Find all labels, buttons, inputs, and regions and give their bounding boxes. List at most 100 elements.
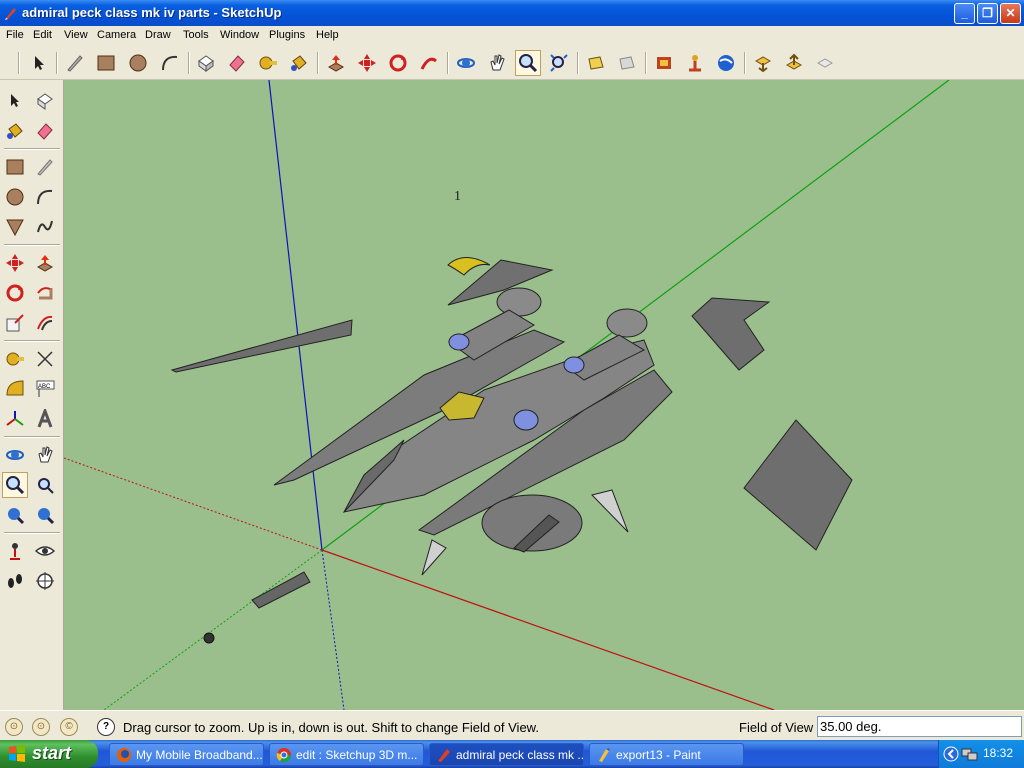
3d-viewport[interactable]: 1 bbox=[64, 80, 1024, 710]
arc-icon[interactable] bbox=[32, 184, 58, 210]
orbit-icon[interactable] bbox=[453, 50, 479, 76]
make-component-icon[interactable] bbox=[193, 50, 219, 76]
fov-value-input[interactable]: 35.00 deg. bbox=[817, 716, 1022, 737]
rotate-icon[interactable] bbox=[2, 280, 28, 306]
previous-view-icon[interactable] bbox=[583, 50, 609, 76]
line-icon[interactable] bbox=[32, 154, 58, 180]
previous-zoom-icon[interactable] bbox=[32, 502, 58, 528]
toolbar-separator bbox=[317, 52, 319, 74]
clock: 18:32 bbox=[983, 746, 1014, 760]
tape-measure-icon[interactable] bbox=[255, 50, 281, 76]
network-icon[interactable] bbox=[961, 746, 979, 762]
red-axis bbox=[321, 549, 775, 710]
menu-tools[interactable]: Tools bbox=[180, 28, 212, 42]
orbit-icon[interactable] bbox=[2, 442, 28, 468]
small-fin-left bbox=[421, 539, 447, 576]
fov-label: Field of View bbox=[739, 720, 814, 735]
3d-warehouse-icon[interactable] bbox=[651, 50, 677, 76]
menu-view[interactable]: View bbox=[61, 28, 91, 42]
menu-camera[interactable]: Camera bbox=[94, 28, 139, 42]
dimension-icon[interactable] bbox=[32, 346, 58, 372]
main-toolbar bbox=[0, 46, 1024, 80]
paint-bucket-icon[interactable] bbox=[2, 118, 28, 144]
taskbar-item-paint[interactable]: export13 - Paint bbox=[589, 743, 744, 766]
tape-measure-icon[interactable] bbox=[2, 346, 28, 372]
polygon-icon[interactable] bbox=[2, 214, 28, 240]
maximize-button[interactable]: ❐ bbox=[977, 3, 998, 24]
taskbar-item-sketchup[interactable]: admiral peck class mk ... bbox=[429, 743, 584, 766]
menu-window[interactable]: Window bbox=[217, 28, 262, 42]
toolbar-separator bbox=[577, 52, 579, 74]
push-pull-icon[interactable] bbox=[32, 250, 58, 276]
eraser-icon[interactable] bbox=[224, 50, 250, 76]
share-component-icon[interactable] bbox=[812, 50, 838, 76]
position-camera-icon[interactable] bbox=[2, 538, 28, 564]
axes-icon[interactable] bbox=[2, 406, 28, 432]
zoom-extents-icon[interactable] bbox=[2, 502, 28, 528]
pan-hand-icon[interactable] bbox=[484, 50, 510, 76]
paint-bucket-icon[interactable] bbox=[286, 50, 312, 76]
green-axis-negative bbox=[103, 549, 323, 710]
windows-taskbar: start My Mobile Broadband... edit : Sket… bbox=[0, 740, 1024, 768]
circle-icon[interactable] bbox=[125, 50, 151, 76]
text-label-icon[interactable]: ABC bbox=[32, 376, 58, 402]
taskbar-item-chrome[interactable]: edit : Sketchup 3D m... bbox=[269, 743, 424, 766]
zoom-window-icon[interactable] bbox=[32, 472, 58, 498]
start-button[interactable]: start bbox=[0, 740, 98, 768]
palette-separator bbox=[4, 244, 60, 246]
model-scene: 1 bbox=[64, 80, 950, 710]
look-around-eye-icon[interactable] bbox=[32, 538, 58, 564]
push-pull-icon[interactable] bbox=[323, 50, 349, 76]
taskbar-item-firefox[interactable]: My Mobile Broadband... bbox=[109, 743, 264, 766]
credits-icon[interactable]: ⊙ bbox=[32, 718, 50, 736]
rectangle-icon[interactable] bbox=[93, 50, 119, 76]
minimize-button[interactable]: _ bbox=[954, 3, 975, 24]
arc-icon[interactable] bbox=[157, 50, 183, 76]
help-icon[interactable]: ? bbox=[97, 718, 115, 736]
menu-help[interactable]: Help bbox=[313, 28, 342, 42]
pencil-line-icon[interactable] bbox=[62, 50, 88, 76]
protractor-icon[interactable] bbox=[2, 376, 28, 402]
rotate-icon[interactable] bbox=[385, 50, 411, 76]
close-button[interactable]: ✕ bbox=[1000, 3, 1021, 24]
follow-me-icon[interactable] bbox=[416, 50, 442, 76]
google-earth-icon[interactable] bbox=[713, 50, 739, 76]
offset-icon[interactable] bbox=[32, 310, 58, 336]
zoom-icon[interactable] bbox=[2, 472, 28, 498]
taskbar-item-label: export13 - Paint bbox=[616, 748, 701, 762]
sketchup-icon bbox=[438, 749, 450, 762]
place-model-icon[interactable] bbox=[682, 50, 708, 76]
engine-exhaust-right bbox=[563, 356, 585, 374]
tray-expand-icon[interactable] bbox=[943, 746, 959, 762]
menu-draw[interactable]: Draw bbox=[142, 28, 174, 42]
section-plane-icon[interactable] bbox=[32, 568, 58, 594]
share-model-icon[interactable] bbox=[781, 50, 807, 76]
get-models-icon[interactable] bbox=[750, 50, 776, 76]
select-arrow-icon[interactable] bbox=[2, 88, 28, 114]
zoom-icon[interactable] bbox=[515, 50, 541, 76]
follow-me-icon[interactable] bbox=[32, 280, 58, 306]
select-tool-button[interactable] bbox=[26, 50, 52, 76]
copyright-icon[interactable]: © bbox=[60, 718, 78, 736]
menu-file[interactable]: File bbox=[3, 28, 27, 42]
rectangle-icon[interactable] bbox=[2, 154, 28, 180]
pan-hand-icon[interactable] bbox=[32, 442, 58, 468]
menu-plugins[interactable]: Plugins bbox=[266, 28, 308, 42]
move-icon[interactable] bbox=[2, 250, 28, 276]
zoom-extents-icon[interactable] bbox=[546, 50, 572, 76]
scale-icon[interactable] bbox=[2, 310, 28, 336]
geo-location-icon[interactable]: ⊙ bbox=[5, 718, 23, 736]
status-bar: ⊙ ⊙ © ? Drag cursor to zoom. Up is in, d… bbox=[0, 710, 1024, 740]
walk-footprints-icon[interactable] bbox=[2, 568, 28, 594]
3d-text-icon[interactable] bbox=[32, 406, 58, 432]
next-view-icon[interactable] bbox=[614, 50, 640, 76]
taskbar-item-label: admiral peck class mk ... bbox=[456, 748, 584, 762]
toolbar-separator bbox=[56, 52, 58, 74]
component-icon[interactable] bbox=[32, 88, 58, 114]
menu-edit[interactable]: Edit bbox=[30, 28, 55, 42]
move-icon[interactable] bbox=[354, 50, 380, 76]
circle-icon[interactable] bbox=[2, 184, 28, 210]
eraser-icon[interactable] bbox=[32, 118, 58, 144]
freehand-icon[interactable] bbox=[32, 214, 58, 240]
taskbar-item-label: My Mobile Broadband... bbox=[136, 748, 263, 762]
